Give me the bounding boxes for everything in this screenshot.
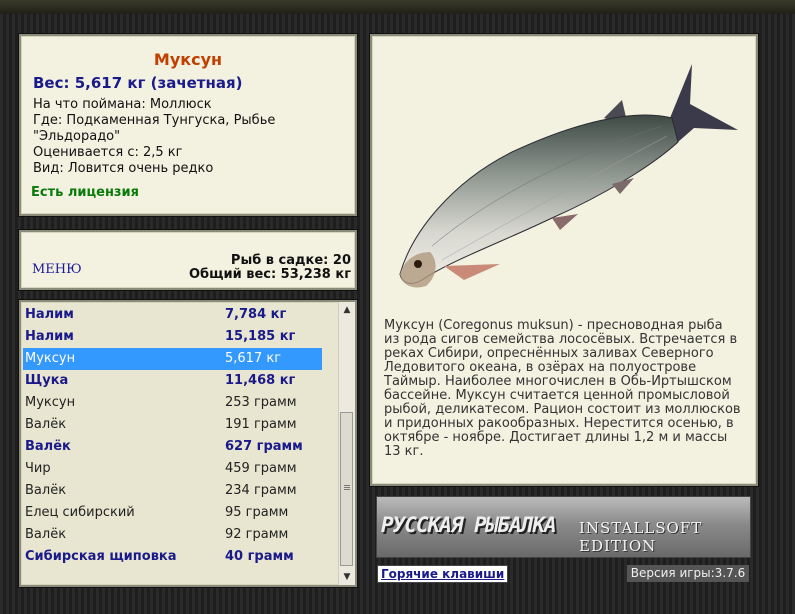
fish-image bbox=[399, 64, 738, 288]
catch-weight: 459 грамм bbox=[225, 461, 297, 476]
catch-row[interactable]: Валёк 191 грамм bbox=[23, 414, 322, 436]
catch-row[interactable]: Муксун 5,617 кг bbox=[23, 348, 322, 370]
logo-edition: INSTALLSOFT EDITION bbox=[579, 519, 703, 555]
catch-weight: 627 грамм bbox=[225, 439, 303, 454]
catch-name: Валёк bbox=[25, 439, 71, 454]
detail-location-cont: "Эльдорадо" bbox=[33, 129, 121, 144]
catch-row[interactable]: Сибирская щиповка 40 грамм bbox=[23, 546, 322, 568]
logo-title: РУССКАЯ РЫБАЛКА bbox=[381, 513, 557, 537]
scroll-thumb[interactable] bbox=[340, 412, 353, 566]
catch-weight: 40 грамм bbox=[225, 549, 294, 564]
catch-name: Налим bbox=[25, 307, 74, 322]
grip-icon bbox=[344, 485, 350, 486]
scroll-up-icon[interactable]: ▲ bbox=[339, 302, 355, 318]
hotkeys-button[interactable]: Горячие клавиши bbox=[377, 565, 509, 583]
catch-name: Щука bbox=[25, 373, 69, 388]
catch-row[interactable]: Елец сибирский 95 грамм bbox=[23, 502, 322, 524]
game-logo: РУССКАЯ РЫБАЛКА INSTALLSOFT EDITION bbox=[376, 496, 751, 558]
catch-weight: 5,617 кг bbox=[225, 351, 282, 366]
catch-name: Муксун bbox=[25, 395, 76, 410]
total-weight: Общий вес: 53,238 кг bbox=[188, 267, 351, 282]
fish-count: Рыб в садке: 20 bbox=[230, 253, 351, 268]
catch-list-panel: Налим 7,784 кг Налим 15,185 кг Муксун 5,617 к… bbox=[19, 300, 357, 587]
catch-weight: 11,468 кг bbox=[225, 373, 296, 388]
list-scrollbar[interactable]: ▲ ▼ bbox=[338, 302, 355, 585]
catch-row[interactable]: Валёк 234 грамм bbox=[23, 480, 322, 502]
detail-location: Где: Подкаменная Тунгуска, Рыбье bbox=[33, 113, 276, 128]
catch-row[interactable]: Налим 15,185 кг bbox=[23, 326, 322, 348]
catch-name: Валёк bbox=[25, 527, 67, 542]
catch-name: Валёк bbox=[25, 483, 67, 498]
catch-row[interactable]: Чир 459 грамм bbox=[23, 458, 322, 480]
fish-title: Муксун bbox=[153, 50, 223, 69]
top-strip bbox=[0, 0, 795, 14]
fish-description: Муксун (Coregonus muksun) - пресноводная… bbox=[384, 318, 741, 459]
version-label: Версия игры:3.7.6 bbox=[627, 565, 749, 582]
catch-name: Муксун bbox=[25, 351, 76, 366]
detail-rarity: Вид: Ловится очень редко bbox=[33, 161, 214, 176]
fish-info-panel: Муксун Вес: 5,617 кг (зачетная) На что п… bbox=[19, 34, 357, 216]
catch-name: Сибирская щиповка bbox=[25, 549, 177, 564]
catch-weight: 15,185 кг bbox=[225, 329, 296, 344]
fish-picture-panel: Муксун (Coregonus muksun) - пресноводная… bbox=[370, 34, 758, 486]
menu-link[interactable]: МЕНЮ bbox=[32, 262, 82, 277]
catch-row[interactable]: Налим 7,784 кг bbox=[23, 304, 322, 326]
catch-row[interactable]: Валёк 92 грамм bbox=[23, 524, 322, 546]
keepnet-stats: Рыб в садке: 20 Общий вес: 53,238 кг bbox=[189, 254, 351, 282]
catch-list: Налим 7,784 кг Налим 15,185 кг Муксун 5,617 к… bbox=[23, 304, 322, 568]
catch-weight: 253 грамм bbox=[225, 395, 297, 410]
scroll-down-icon[interactable]: ▼ bbox=[339, 569, 355, 585]
catch-weight: 95 грамм bbox=[225, 505, 289, 520]
catch-weight: 92 грамм bbox=[225, 527, 289, 542]
catch-row[interactable]: Муксун 253 грамм bbox=[23, 392, 322, 414]
detail-valued-from: Оценивается с: 2,5 кг bbox=[33, 145, 183, 160]
detail-bait: На что поймана: Моллюск bbox=[33, 97, 212, 112]
catch-name: Валёк bbox=[25, 417, 67, 432]
fish-weight: Вес: 5,617 кг (зачетная) bbox=[33, 74, 243, 92]
catch-weight: 7,784 кг bbox=[225, 307, 287, 322]
catch-weight: 234 грамм bbox=[225, 483, 297, 498]
catch-name: Елец сибирский bbox=[25, 505, 135, 520]
license-status: Есть лицензия bbox=[31, 185, 139, 200]
catch-row[interactable]: Щука 11,468 кг bbox=[23, 370, 322, 392]
catch-row[interactable]: Валёк 627 грамм bbox=[23, 436, 322, 458]
catch-name: Налим bbox=[25, 329, 74, 344]
catch-weight: 191 грамм bbox=[225, 417, 297, 432]
menu-panel: МЕНЮ Рыб в садке: 20 Общий вес: 53,238 к… bbox=[19, 230, 357, 290]
catch-name: Чир bbox=[25, 461, 51, 476]
fish-details: На что поймана: Моллюск Где: Подкаменная… bbox=[33, 97, 333, 177]
